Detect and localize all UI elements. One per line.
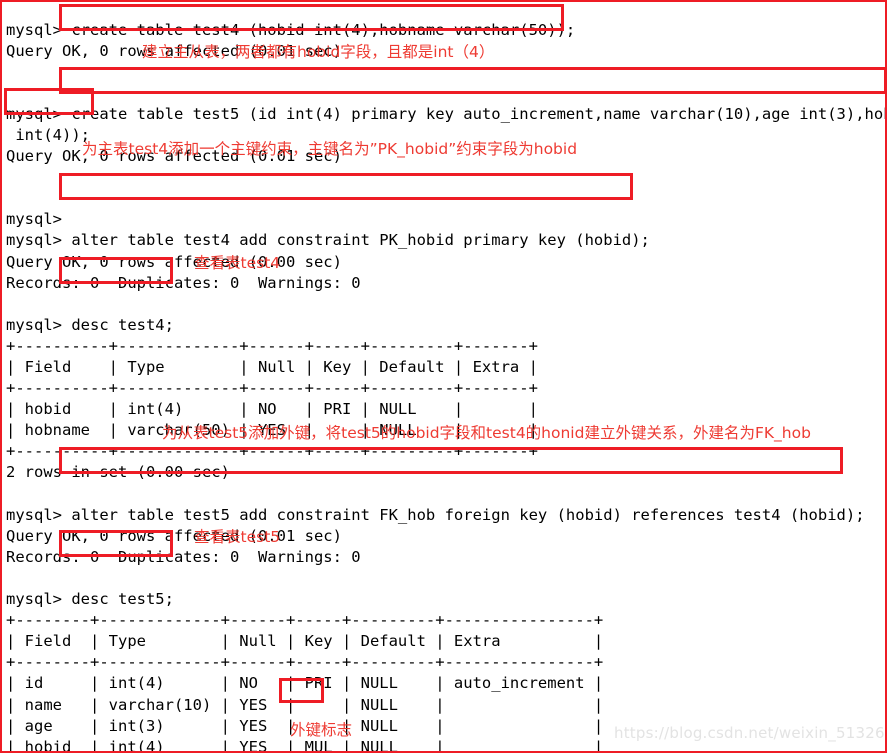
terminal-line: Query OK, 0 rows affected (0.01 sec)	[6, 526, 342, 545]
terminal-line: +----------+-------------+------+-----+-…	[6, 442, 538, 461]
terminal-line: | hobid | int(4) | NO | PRI | NULL | |	[6, 400, 538, 419]
terminal-line: mysql> desc test5;	[6, 590, 174, 609]
terminal-line: mysql> alter table test4 add constraint …	[6, 231, 650, 250]
terminal-line: | name | varchar(10) | YES | | NULL | |	[6, 695, 604, 714]
annotation-primary-key: 为主表test4添加一个主键约束，主键名为”PK_hobid”约束字段为hobi…	[82, 140, 578, 158]
annotation-desc-test5: 查看表test5	[194, 528, 281, 546]
terminal-line: | hobid | int(4) | YES | MUL | NULL | |	[6, 737, 604, 753]
terminal-line: Records: 0 Duplicates: 0 Warnings: 0	[6, 547, 361, 566]
terminal-line: +--------+-------------+------+-----+---…	[6, 653, 604, 672]
terminal-line: +----------+-------------+------+-----+-…	[6, 379, 538, 398]
terminal-line: 2 rows in set (0.00 sec)	[6, 463, 230, 482]
annotation-foreign-key: 为从表test5添加外键，将test5的hobid字段和test4的honid建…	[162, 424, 811, 442]
terminal-line: | Field | Type | Null | Key | Default | …	[6, 358, 538, 376]
terminal-screenshot: mysql> create table test4 (hobid int(4),…	[0, 0, 887, 753]
terminal-line: Query OK, 0 rows affected (0.00 sec)	[6, 252, 342, 271]
terminal-line: mysql> desc test4;	[6, 315, 174, 334]
terminal-line: mysql> create table test4 (hobid int(4),…	[6, 20, 576, 39]
csdn-watermark: https://blog.csdn.net/weixin_51326240	[614, 724, 887, 742]
terminal-line: | Field | Type | Null | Key | Default | …	[6, 632, 604, 651]
annotation-mul-flag: 外键标志	[290, 721, 353, 739]
annotation-desc-test4: 查看表test4	[194, 254, 281, 272]
terminal-line: mysql>	[6, 210, 62, 229]
terminal-line: Records: 0 Duplicates: 0 Warnings: 0	[6, 273, 361, 292]
terminal-line: | id | int(4) | NO | PRI | NULL | auto_i…	[6, 674, 604, 693]
terminal-line: +----------+-------------+------+-----+-…	[6, 336, 538, 355]
annotation-create-tables: 建立主从表，两者都有hobid字段，且都是int（4）	[142, 43, 495, 61]
terminal-line: mysql> create table test5 (id int(4) pri…	[6, 104, 887, 123]
terminal-output: mysql> create table test4 (hobid int(4),…	[2, 18, 887, 753]
terminal-line: +--------+-------------+------+-----+---…	[6, 611, 604, 630]
terminal-line: mysql> alter table test5 add constraint …	[6, 505, 865, 524]
terminal-line: int(4));	[6, 125, 90, 144]
